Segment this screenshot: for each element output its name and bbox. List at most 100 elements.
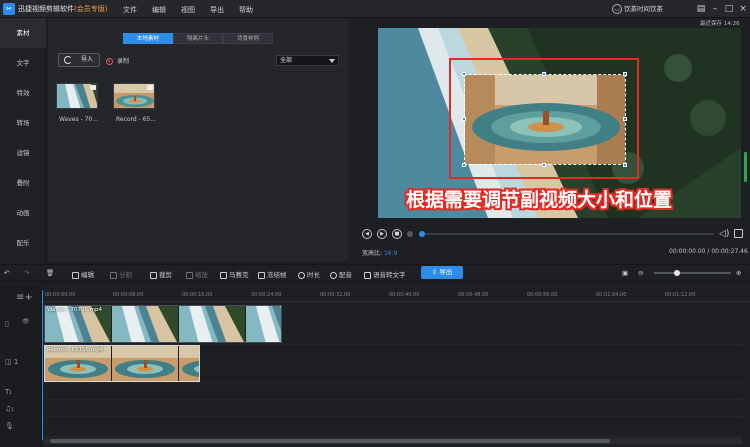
microphone-icon <box>330 271 337 279</box>
timeline-scrollbar[interactable] <box>44 438 742 444</box>
freeze-frame-button[interactable]: 冻结帧 <box>258 269 287 279</box>
media-name-record: Record - 65... <box>116 116 157 123</box>
aspect-label: 宽高比: <box>362 250 383 257</box>
progress-knob[interactable] <box>419 231 425 237</box>
crop-button[interactable]: 裁剪 <box>150 269 172 279</box>
play-icon[interactable]: ▶ <box>377 229 387 239</box>
nav-text[interactable]: 文字 <box>0 48 46 78</box>
undo-icon[interactable]: ↶ <box>4 269 9 277</box>
ruler-tick: 00:00:16.00 <box>182 292 213 298</box>
next-frame-icon[interactable] <box>407 231 413 237</box>
resize-handle-br[interactable] <box>623 163 627 167</box>
scrollbar-thumb[interactable] <box>50 439 610 443</box>
text-track <box>43 383 743 400</box>
record-icon <box>106 58 113 65</box>
import-button[interactable]: 导入 <box>58 53 100 67</box>
ruler-tick: 00:00:48.00 <box>458 292 489 298</box>
video-badge-icon <box>147 85 153 90</box>
edit-button[interactable]: 编辑 <box>72 269 94 279</box>
voice-track <box>43 417 743 437</box>
pip-clip-name: Record - 65156.mp4 <box>47 347 104 353</box>
pip-video-overlay[interactable] <box>464 74 626 165</box>
record-label: 录制 <box>117 58 130 65</box>
track-visibility-icon[interactable]: 👁 <box>22 318 30 325</box>
tab-intro[interactable]: 隔离片头 <box>173 33 223 44</box>
menu-help[interactable]: 帮助 <box>239 5 253 15</box>
resize-handle-tl[interactable] <box>462 72 466 76</box>
media-filter-select[interactable]: 全部 <box>276 55 339 66</box>
filter-value: 全部 <box>280 57 293 64</box>
app-name: 迅捷视频剪辑软件 <box>18 5 74 13</box>
export-button[interactable]: ⇪ 导出 <box>421 266 463 279</box>
duration-button[interactable]: 时长 <box>298 269 320 279</box>
zoom-label: 缩放 <box>195 271 208 279</box>
delete-icon[interactable]: 🗑 <box>46 269 54 277</box>
pencil-icon <box>72 271 79 279</box>
menu-export[interactable]: 导出 <box>210 5 224 15</box>
mosaic-label: 马赛克 <box>229 271 249 279</box>
stop-icon[interactable]: ■ <box>392 229 402 239</box>
resize-handle-bl[interactable] <box>462 163 466 167</box>
fit-view-icon[interactable]: ▣ <box>622 269 628 277</box>
chevron-down-icon <box>329 59 335 63</box>
video-badge-icon <box>90 85 96 90</box>
timecode: 00:00:00.00 / 00:00:27.46 <box>669 248 748 255</box>
media-name-waves: Waves - 70... <box>59 116 98 123</box>
nav-animation[interactable]: 动画 <box>0 198 46 228</box>
resize-handle-r[interactable] <box>623 117 627 121</box>
ruler-tick: 00:00:32.00 <box>320 292 351 298</box>
ruler-tick: 00:00:24.00 <box>251 292 282 298</box>
fullscreen-icon[interactable] <box>734 229 743 238</box>
minimize-icon[interactable]: – <box>708 2 722 16</box>
duration-label: 时长 <box>307 271 320 279</box>
playback-progress[interactable] <box>419 231 714 237</box>
zoom-button[interactable]: 缩放 <box>186 269 208 279</box>
tab-backgrounds[interactable]: 背景样例 <box>223 33 273 44</box>
timeline-zoom-slider[interactable] <box>654 270 731 276</box>
aspect-value[interactable]: 16:9 <box>384 250 397 257</box>
media-thumb-waves[interactable] <box>56 83 98 109</box>
maximize-icon[interactable]: □ <box>722 2 736 16</box>
redo-icon[interactable]: ↷ <box>24 269 29 277</box>
menu-file[interactable]: 文件 <box>123 5 137 15</box>
nav-materials[interactable]: 素材 <box>0 18 46 48</box>
zoom-in-icon[interactable]: ⊕ <box>736 269 741 277</box>
text-track-icon: T₁ <box>5 388 13 396</box>
resize-handle-tr[interactable] <box>623 72 627 76</box>
nav-music[interactable]: 配乐 <box>0 228 46 258</box>
resize-handle-t[interactable] <box>542 72 546 76</box>
skin-icon[interactable]: ▤ <box>694 2 708 16</box>
ruler-tick: 00:00:56.00 <box>527 292 558 298</box>
nav-overlay[interactable]: 叠附 <box>0 168 46 198</box>
close-icon[interactable]: × <box>736 2 750 16</box>
music-track-icon: ♫₁ <box>5 405 15 413</box>
resize-handle-b[interactable] <box>542 163 546 167</box>
nav-transitions[interactable]: 转场 <box>0 108 46 138</box>
menu-view[interactable]: 视图 <box>181 5 195 15</box>
music-track <box>43 400 743 417</box>
volume-icon[interactable]: ◁) <box>719 229 729 239</box>
nav-filters[interactable]: 滤镜 <box>0 138 46 168</box>
ruler-tick: 00:01:12.00 <box>665 292 696 298</box>
import-icon <box>64 56 72 64</box>
split-button[interactable]: 分割 <box>110 269 132 279</box>
resize-handle-l[interactable] <box>462 117 466 121</box>
user-account[interactable]: ◡ 饮茶时间饮茶 <box>612 3 682 15</box>
menu-edit[interactable]: 编辑 <box>152 5 166 15</box>
zoom-out-icon[interactable]: ⊖ <box>638 269 643 277</box>
dub-button[interactable]: 配音 <box>330 269 352 279</box>
export-label: 导出 <box>439 268 453 276</box>
prev-frame-icon[interactable]: ◀ <box>362 229 372 239</box>
speech-to-text-button[interactable]: 语音转文字 <box>364 269 406 279</box>
record-button[interactable]: 录制 <box>106 56 129 65</box>
tab-local-media[interactable]: 本地素材 <box>123 33 173 44</box>
video-clip[interactable]: Waves - 70796.mp4 <box>44 305 282 343</box>
playhead[interactable] <box>42 290 43 440</box>
nav-effects[interactable]: 特效 <box>0 78 46 108</box>
pip-clip[interactable]: Record - 65156.mp4 <box>44 345 200 382</box>
ruler-tick: 00:00:00.00 <box>45 292 76 298</box>
media-thumb-record[interactable] <box>113 83 155 109</box>
add-track-icon[interactable]: ≡+ <box>16 292 33 303</box>
aspect-ratio[interactable]: 宽高比: 16:9 <box>362 248 397 257</box>
mosaic-button[interactable]: 马赛克 <box>220 269 249 279</box>
